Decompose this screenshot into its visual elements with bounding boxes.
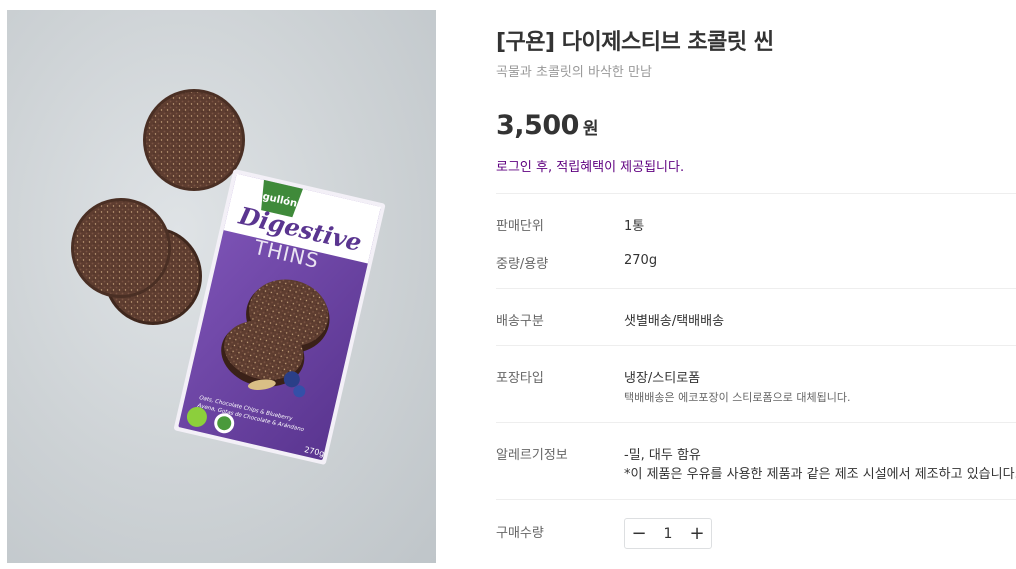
spec-value-packaging: 냉장/스티로폼	[624, 371, 701, 386]
product-subtitle: 곡물과 초콜릿의 바삭한 만남	[496, 65, 652, 80]
product-detail-page: gullón Digestive THINS Oats, Chocolate C…	[0, 0, 1016, 569]
divider	[496, 193, 1016, 194]
spec-label-weight: 중량/용량	[496, 257, 549, 272]
divider	[496, 288, 1016, 289]
quantity-value: 1	[663, 525, 673, 542]
product-image: gullón Digestive THINS Oats, Chocolate C…	[7, 10, 436, 563]
spec-value-sales-unit: 1통	[624, 219, 645, 234]
decrease-quantity-button[interactable]: −	[625, 519, 653, 548]
spec-label-packaging: 포장타입	[496, 371, 544, 386]
price-currency: 원	[582, 119, 599, 139]
product-price: 3,500 원	[496, 110, 599, 141]
spec-note-allergy: *이 제품은 우유를 사용한 제품과 같은 제조 시설에서 제조하고 있습니다.	[624, 467, 1016, 482]
divider	[496, 499, 1016, 500]
spec-value-delivery: 샛별배송/택배배송	[624, 314, 725, 329]
spec-label-delivery: 배송구분	[496, 314, 544, 329]
divider	[496, 422, 1016, 423]
price-amount: 3,500	[496, 110, 579, 141]
product-title: [구욘] 다이제스티브 초콜릿 씬	[496, 30, 774, 55]
spec-value-allergy: -밀, 대두 함유	[624, 448, 701, 463]
spec-label-sales-unit: 판매단위	[496, 219, 544, 234]
quantity-stepper: − 1 +	[624, 518, 712, 549]
spec-value-weight: 270g	[624, 253, 658, 268]
divider	[496, 345, 1016, 346]
product-box: gullón Digestive THINS Oats, Chocolate C…	[174, 169, 386, 465]
product-photo-illustration: gullón Digestive THINS Oats, Chocolate C…	[71, 89, 386, 465]
login-benefit-notice: 로그인 후, 적립혜택이 제공됩니다.	[496, 160, 685, 175]
spec-note-packaging: 택배배송은 에코포장이 스티로폼으로 대체됩니다.	[624, 391, 851, 404]
spec-label-allergy: 알레르기정보	[496, 448, 568, 463]
cookie-bottom-front	[71, 198, 171, 298]
cookie-top	[143, 89, 245, 191]
quantity-label: 구매수량	[496, 526, 544, 541]
increase-quantity-button[interactable]: +	[683, 519, 711, 548]
